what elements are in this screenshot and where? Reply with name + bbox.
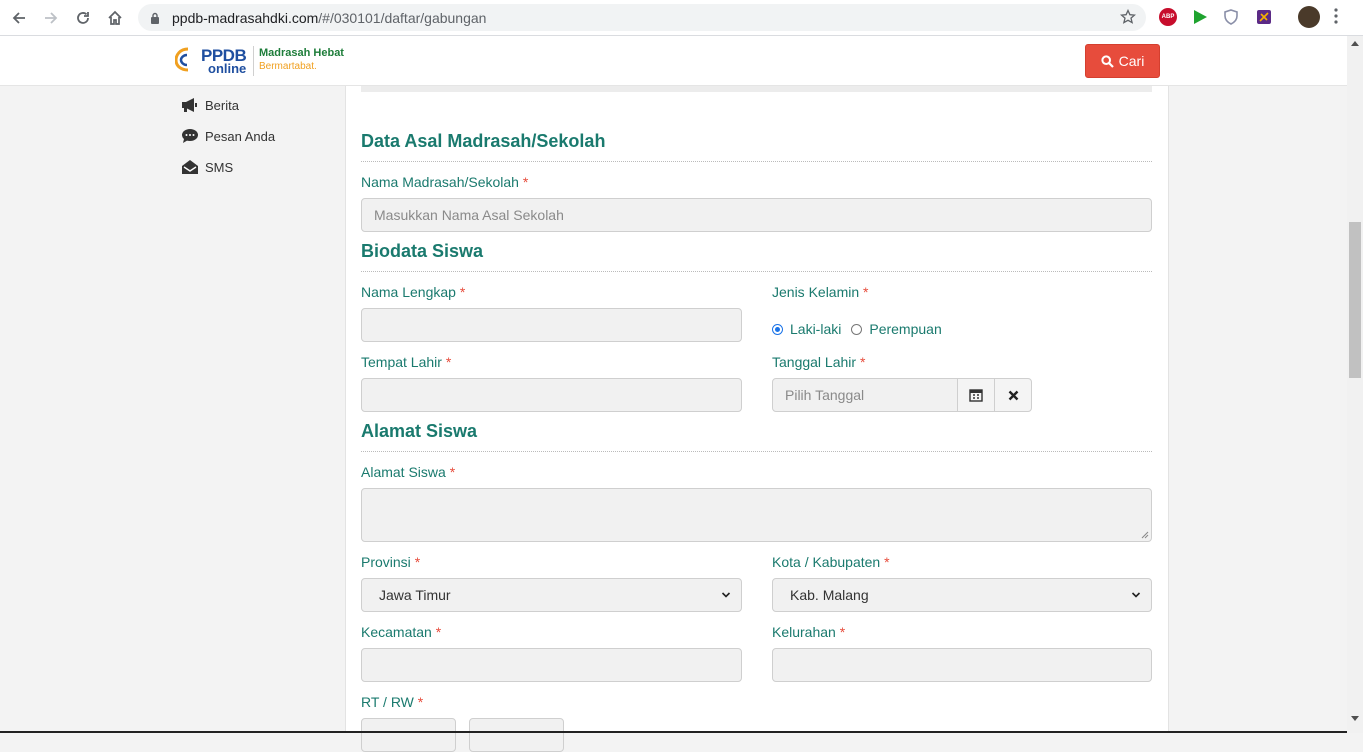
logo-online: online xyxy=(208,61,247,76)
comment-icon xyxy=(182,129,198,143)
section-title-school: Data Asal Madrasah/Sekolah xyxy=(361,131,606,151)
city-select[interactable]: Kab. Malang xyxy=(772,578,1152,612)
gender-radio-male-label[interactable]: Laki-laki xyxy=(790,321,841,337)
scroll-down-icon[interactable] xyxy=(1351,716,1359,722)
back-icon[interactable] xyxy=(8,7,30,29)
sidebar-item-sms[interactable]: SMS xyxy=(181,159,233,175)
search-button[interactable]: Cari xyxy=(1085,44,1160,78)
section-divider xyxy=(361,451,1152,452)
bookmark-star-icon[interactable] xyxy=(1119,8,1137,30)
rw-input[interactable] xyxy=(469,718,564,752)
birthplace-input[interactable] xyxy=(361,378,742,412)
gender-radio-female[interactable] xyxy=(851,323,863,335)
search-button-label: Cari xyxy=(1118,53,1145,69)
rt-rw-label: RT / RW * xyxy=(361,694,424,710)
extension-icon[interactable] xyxy=(1255,8,1273,26)
adblock-icon[interactable]: ABP xyxy=(1159,8,1177,26)
browser-toolbar: ppdb-madrasahdki.com/#/030101/daftar/gab… xyxy=(0,0,1363,36)
sidebar-item-pesan-anda[interactable]: Pesan Anda xyxy=(181,128,275,144)
logo-tagline-1: Madrasah Hebat xyxy=(259,47,344,59)
menu-icon[interactable] xyxy=(1334,8,1338,29)
district-label: Kecamatan * xyxy=(361,624,442,640)
calendar-icon xyxy=(969,389,983,402)
gender-radio-male[interactable] xyxy=(772,323,783,335)
profile-avatar[interactable] xyxy=(1298,6,1320,28)
school-name-input[interactable]: Masukkan Nama Asal Sekolah xyxy=(361,198,1152,232)
megaphone-icon xyxy=(182,98,197,112)
scroll-up-icon[interactable] xyxy=(1351,40,1359,46)
resize-handle-icon[interactable] xyxy=(1141,531,1149,539)
section-divider xyxy=(361,161,1152,162)
logo-tagline-2: Bermartabat. xyxy=(259,61,317,72)
lock-icon xyxy=(150,11,160,29)
panel-top-strip xyxy=(361,86,1152,92)
clear-date-button[interactable] xyxy=(994,378,1032,412)
address-bar[interactable]: ppdb-madrasahdki.com/#/030101/daftar/gab… xyxy=(138,4,1146,31)
close-icon xyxy=(1008,390,1018,400)
site-logo[interactable]: PPDB online Madrasah Hebat Bermartabat. xyxy=(175,44,345,78)
gender-label: Jenis Kelamin * xyxy=(772,284,869,300)
calendar-button[interactable] xyxy=(957,378,995,412)
province-label: Provinsi * xyxy=(361,554,421,570)
address-label: Alamat Siswa * xyxy=(361,464,456,480)
city-label: Kota / Kabupaten * xyxy=(772,554,890,570)
village-input[interactable] xyxy=(772,648,1152,682)
full-name-label: Nama Lengkap * xyxy=(361,284,466,300)
search-icon xyxy=(1101,54,1114,68)
shield-extension-icon[interactable] xyxy=(1222,8,1240,26)
logo-divider xyxy=(253,46,254,76)
birthdate-label: Tanggal Lahir * xyxy=(772,354,866,370)
rt-input[interactable] xyxy=(361,718,456,752)
sidebar-item-label: Berita xyxy=(205,97,239,113)
address-textarea[interactable] xyxy=(361,488,1152,542)
section-divider xyxy=(361,271,1152,272)
envelope-open-icon xyxy=(182,160,198,174)
forward-icon[interactable] xyxy=(40,7,62,29)
scroll-thumb[interactable] xyxy=(1349,222,1361,378)
section-title-biodata: Biodata Siswa xyxy=(361,241,484,261)
url-text: ppdb-madrasahdki.com/#/030101/daftar/gab… xyxy=(172,10,487,26)
district-input[interactable] xyxy=(361,648,742,682)
birthdate-input[interactable]: Pilih Tanggal xyxy=(772,378,958,412)
sidebar-item-label: Pesan Anda xyxy=(205,128,276,144)
school-name-label: Nama Madrasah/Sekolah * xyxy=(361,174,529,190)
logo-mark-icon xyxy=(175,47,189,72)
reload-icon[interactable] xyxy=(72,7,94,29)
sidebar-item-label: SMS xyxy=(205,159,234,175)
birthplace-label: Tempat Lahir * xyxy=(361,354,452,370)
gender-radio-group: Laki-laki Perempuan xyxy=(772,321,942,337)
section-title-address: Alamat Siswa xyxy=(361,421,478,441)
sidebar-item-berita[interactable]: Berita xyxy=(181,97,239,113)
home-icon[interactable] xyxy=(104,7,126,29)
gender-radio-female-label[interactable]: Perempuan xyxy=(869,321,941,337)
chevron-down-icon xyxy=(1131,592,1141,598)
province-select[interactable]: Jawa Timur xyxy=(361,578,742,612)
page-scrollbar[interactable] xyxy=(1347,36,1363,733)
village-label: Kelurahan * xyxy=(772,624,846,640)
play-extension-icon[interactable] xyxy=(1191,8,1209,26)
site-header: PPDB online Madrasah Hebat Bermartabat. … xyxy=(0,36,1347,86)
chevron-down-icon xyxy=(721,592,731,598)
full-name-input[interactable] xyxy=(361,308,742,342)
